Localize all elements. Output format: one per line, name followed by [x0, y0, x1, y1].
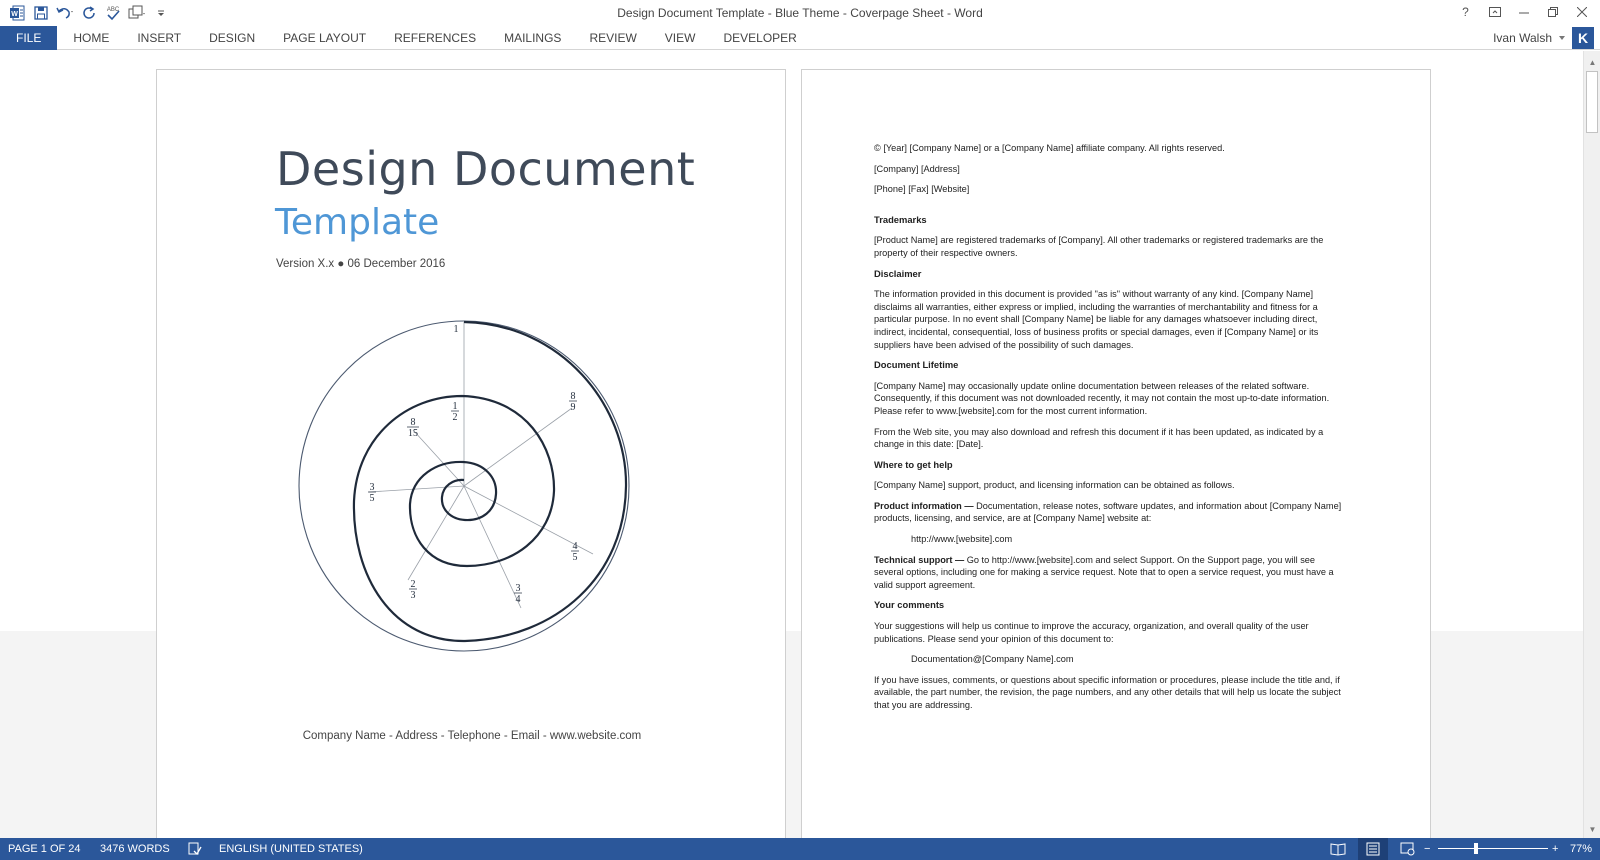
disclaimer-text[interactable]: The information provided in this documen…	[874, 288, 1344, 351]
tab-home[interactable]: HOME	[59, 26, 123, 50]
touch-mode-icon[interactable]	[126, 2, 148, 24]
chevron-down-icon[interactable]	[1558, 35, 1566, 41]
closing-text[interactable]: If you have issues, comments, or questio…	[874, 674, 1344, 712]
spiral-label: 8	[411, 417, 416, 428]
spiral-label: 4	[573, 541, 578, 552]
company-address[interactable]: [Company] [Address]	[874, 163, 1344, 176]
proofing-icon[interactable]	[188, 842, 202, 860]
spiral-label: 3	[370, 482, 375, 493]
spiral-label: 8	[571, 391, 576, 402]
window-title: Design Document Template - Blue Theme - …	[617, 6, 983, 20]
spiral-curve	[352, 320, 628, 643]
vertical-scrollbar[interactable]: ▲ ▼	[1583, 51, 1600, 838]
contact-line[interactable]: [Phone] [Fax] [Website]	[874, 183, 1344, 196]
scroll-down-icon[interactable]: ▼	[1584, 822, 1600, 836]
window-controls: ?	[1451, 0, 1596, 24]
tab-file[interactable]: FILE	[0, 26, 58, 50]
spiral-diagram: 1 1 2 8 9 8 15 3 5 4 5 2 3 3 4	[298, 320, 630, 652]
cover-page[interactable]: Design Document Template Version X.x ● 0…	[156, 69, 786, 838]
zoom-in-button[interactable]: +	[1552, 838, 1558, 860]
disclaimer-heading[interactable]: Disclaimer	[874, 268, 1344, 281]
web-layout-icon[interactable]	[1400, 842, 1416, 860]
word-count[interactable]: 3476 WORDS	[100, 838, 170, 860]
trademarks-heading[interactable]: Trademarks	[874, 214, 1344, 227]
tech-support-paragraph[interactable]: Technical support — Go to http://www.[we…	[874, 554, 1344, 592]
avatar[interactable]: K	[1572, 27, 1594, 49]
status-bar: PAGE 1 OF 24 3476 WORDS ENGLISH (UNITED …	[0, 838, 1600, 860]
spiral-label: 1	[453, 401, 458, 412]
title-bar: W ABC Design Document Template - Blue Th…	[0, 0, 1600, 26]
version-date[interactable]: Version X.x ● 06 December 2016	[276, 258, 445, 270]
legal-content: © [Year] [Company Name] or a [Company Na…	[874, 142, 1344, 720]
ribbon-tabs: FILE HOME INSERT DESIGN PAGE LAYOUT REFE…	[0, 26, 811, 50]
svg-text:W: W	[11, 11, 18, 18]
spiral-label: 3	[411, 590, 416, 601]
zoom-slider-thumb[interactable]	[1474, 843, 1478, 854]
zoom-slider[interactable]	[1438, 848, 1548, 849]
legal-page[interactable]: © [Year] [Company Name] or a [Company Na…	[801, 69, 1431, 838]
tab-design[interactable]: DESIGN	[195, 26, 269, 50]
spiral-label: 9	[571, 402, 576, 413]
quick-access-toolbar: W ABC	[6, 2, 172, 24]
tab-review[interactable]: REVIEW	[575, 26, 650, 50]
spiral-label: 1	[454, 324, 459, 335]
language-status[interactable]: ENGLISH (UNITED STATES)	[219, 838, 363, 860]
tab-view[interactable]: VIEW	[651, 26, 710, 50]
cover-subtitle[interactable]: Template	[275, 202, 439, 243]
help-text[interactable]: [Company Name] support, product, and lic…	[874, 479, 1344, 492]
radial-line	[463, 407, 573, 487]
spiral-label: 15	[408, 428, 418, 439]
spiral-label: 2	[411, 579, 416, 590]
user-name[interactable]: Ivan Walsh	[1493, 31, 1552, 45]
redo-icon[interactable]	[78, 2, 100, 24]
spiral-label: 5	[573, 552, 578, 563]
help-heading[interactable]: Where to get help	[874, 459, 1344, 472]
comments-email[interactable]: Documentation@[Company Name].com	[874, 653, 1344, 666]
spiral-label: 5	[370, 493, 375, 504]
print-layout-icon[interactable]	[1358, 838, 1388, 860]
restore-icon[interactable]	[1538, 0, 1567, 24]
tab-developer[interactable]: DEVELOPER	[709, 26, 810, 50]
spiral-label: 3	[516, 583, 521, 594]
lifetime-text-2[interactable]: From the Web site, you may also download…	[874, 426, 1344, 451]
comments-text[interactable]: Your suggestions will help us continue t…	[874, 620, 1344, 645]
page-count[interactable]: PAGE 1 OF 24	[8, 838, 81, 860]
spiral-label: 2	[453, 412, 458, 423]
lifetime-heading[interactable]: Document Lifetime	[874, 359, 1344, 372]
customize-qat-icon[interactable]	[150, 2, 172, 24]
user-account[interactable]: Ivan Walsh K	[1493, 26, 1594, 50]
comments-heading[interactable]: Your comments	[874, 599, 1344, 612]
zoom-out-button[interactable]: −	[1424, 838, 1430, 860]
close-icon[interactable]	[1567, 0, 1596, 24]
spiral-label: 4	[516, 594, 521, 605]
product-info-paragraph[interactable]: Product information — Documentation, rel…	[874, 500, 1344, 525]
product-info-label: Product information —	[874, 500, 974, 511]
read-mode-icon[interactable]	[1330, 842, 1346, 860]
tab-references[interactable]: REFERENCES	[380, 26, 490, 50]
undo-icon[interactable]	[54, 2, 76, 24]
minimize-icon[interactable]	[1509, 0, 1538, 24]
lifetime-text-1[interactable]: [Company Name] may occasionally update o…	[874, 380, 1344, 418]
tab-insert[interactable]: INSERT	[123, 26, 195, 50]
radial-line	[368, 485, 465, 493]
tech-support-label: Technical support —	[874, 554, 965, 565]
copyright-text[interactable]: © [Year] [Company Name] or a [Company Na…	[874, 142, 1344, 155]
document-canvas[interactable]: Design Document Template Version X.x ● 0…	[0, 51, 1583, 838]
tab-mailings[interactable]: MAILINGS	[490, 26, 575, 50]
zoom-level[interactable]: 77%	[1570, 838, 1592, 860]
scroll-up-icon[interactable]: ▲	[1584, 55, 1600, 69]
help-icon[interactable]: ?	[1451, 0, 1480, 24]
trademarks-text[interactable]: [Product Name] are registered trademarks…	[874, 234, 1344, 259]
cover-footer[interactable]: Company Name - Address - Telephone - Ema…	[157, 730, 787, 742]
spelling-check-icon[interactable]: ABC	[102, 2, 124, 24]
tab-page-layout[interactable]: PAGE LAYOUT	[269, 26, 380, 50]
save-icon[interactable]	[30, 2, 52, 24]
word-logo-icon[interactable]: W	[6, 2, 28, 24]
product-url[interactable]: http://www.[website].com	[874, 533, 1344, 546]
cover-title[interactable]: Design Document	[276, 142, 695, 196]
ribbon-tab-bar: FILE HOME INSERT DESIGN PAGE LAYOUT REFE…	[0, 26, 1600, 50]
ribbon-display-icon[interactable]	[1480, 0, 1509, 24]
scrollbar-thumb[interactable]	[1586, 71, 1598, 133]
